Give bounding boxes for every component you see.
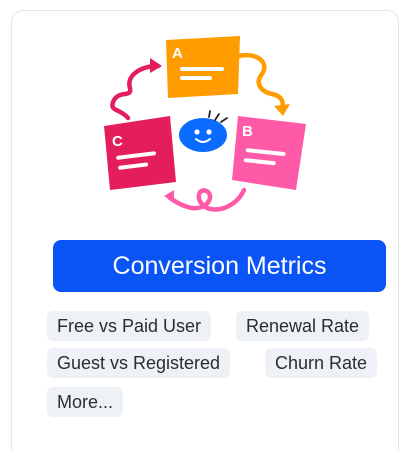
card-a-icon: A [166, 36, 240, 98]
tag-free-vs-paid-user[interactable]: Free vs Paid User [47, 311, 212, 341]
tag-more[interactable]: More... [47, 387, 124, 417]
tag-renewal-rate[interactable]: Renewal Rate [236, 311, 370, 341]
happy-face-icon [179, 110, 228, 152]
tag-guest-vs-registered[interactable]: Guest vs Registered [47, 348, 231, 378]
arrow-b-to-c-icon [164, 187, 247, 212]
conversion-illustration: A B C [104, 36, 306, 212]
card-c-icon: C [104, 116, 176, 190]
card-a-letter: A [172, 45, 183, 62]
card-b-letter: B [242, 123, 253, 140]
tag-churn-rate[interactable]: Churn Rate [265, 348, 378, 378]
card-b-icon: B [232, 116, 306, 190]
conversion-metrics-button[interactable]: Conversion Metrics [53, 240, 386, 292]
arrow-c-to-a-icon [110, 58, 162, 121]
arrow-a-to-b-icon [235, 52, 290, 116]
card-c-letter: C [112, 133, 123, 150]
